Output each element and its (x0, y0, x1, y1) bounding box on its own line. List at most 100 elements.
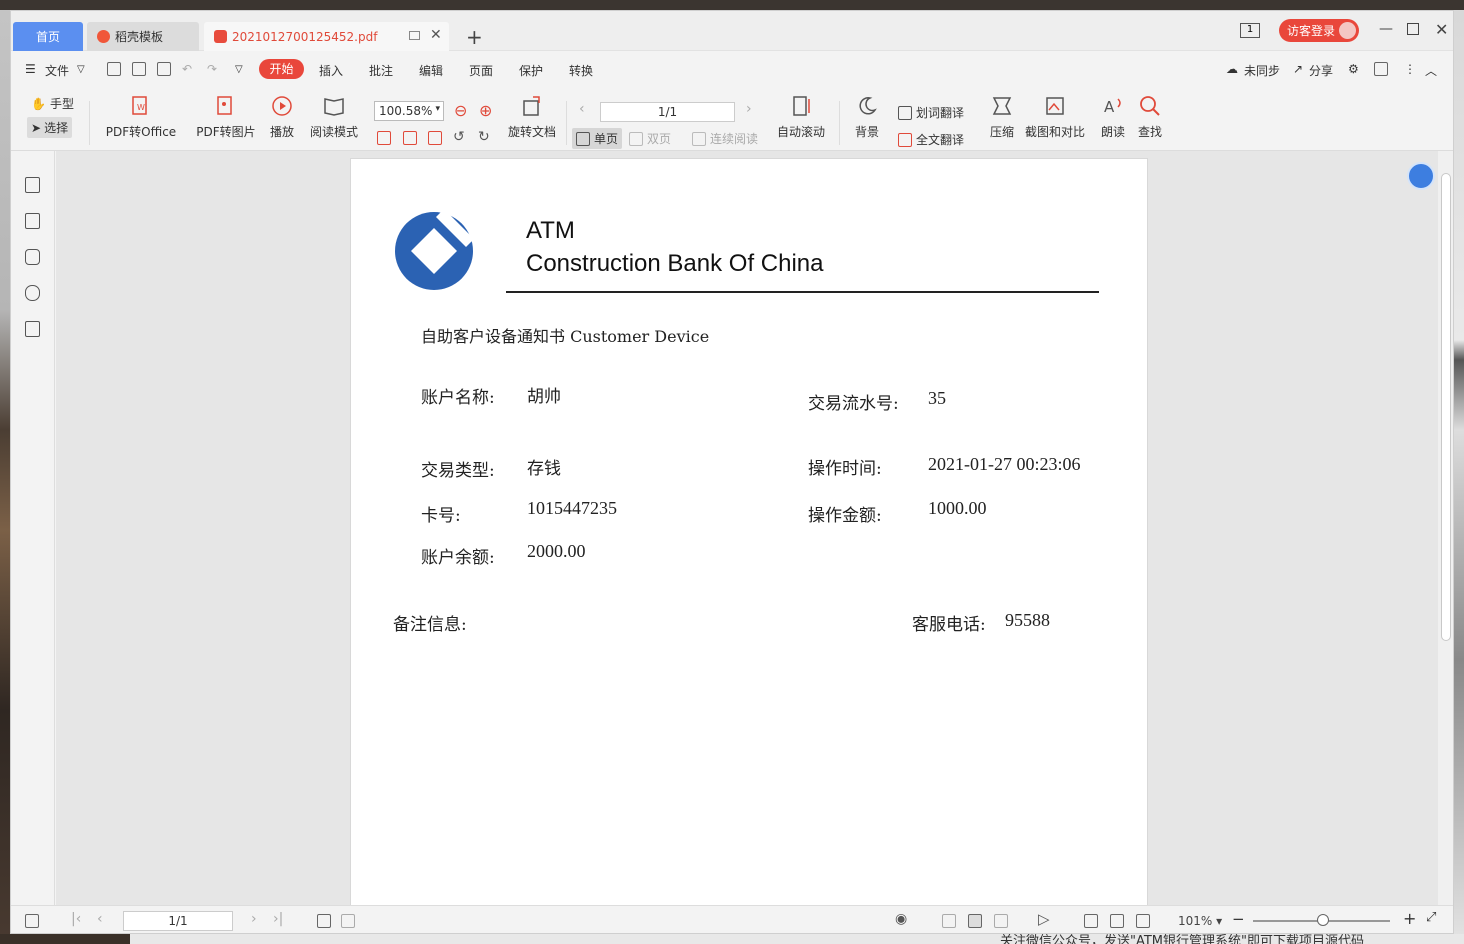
read-aloud-icon: A (1104, 98, 1121, 116)
menu-protect[interactable]: 保护 (519, 62, 543, 79)
rotate-left-icon[interactable]: ↺ (453, 129, 465, 145)
zoom-in-status-icon[interactable]: + (1403, 909, 1416, 928)
pdf-to-image-button[interactable]: PDF转图片 (195, 95, 257, 140)
menu-file[interactable]: 文件 (45, 62, 69, 79)
rotate-right-icon[interactable]: ↻ (478, 129, 490, 145)
compress-button[interactable]: 压缩 (987, 95, 1017, 140)
full-translate-button[interactable]: 全文翻译 (898, 131, 964, 148)
hand-tool-button[interactable]: ✋ 手型 (31, 95, 74, 112)
share-button[interactable]: 分享 (1309, 62, 1333, 79)
undo-icon[interactable]: ↶ (182, 62, 192, 76)
bookmark-icon[interactable] (25, 177, 40, 193)
fit-width-status-icon[interactable] (1136, 914, 1150, 928)
menu-convert[interactable]: 转换 (569, 62, 593, 79)
next-page-status-icon[interactable]: › (251, 911, 257, 927)
new-tab-icon[interactable]: + (466, 25, 483, 49)
pdf-file-icon (214, 30, 227, 43)
tab-pdf-document[interactable]: 2021012700125452.pdf ✕ (204, 22, 449, 51)
cloud-sync-icon[interactable]: ☁ (1226, 62, 1238, 76)
menu-page[interactable]: 页面 (469, 62, 493, 79)
forward-view-icon[interactable] (341, 914, 355, 928)
print-icon[interactable] (157, 62, 171, 76)
thumbnail-icon[interactable] (25, 213, 40, 229)
zoom-out-icon[interactable]: ⊖ (454, 101, 467, 120)
hamburger-icon[interactable]: ☰ (25, 62, 36, 76)
single-page-button[interactable]: 单页 (572, 128, 623, 149)
actual-size-status-icon[interactable] (1084, 914, 1098, 928)
double-page-icon (629, 131, 643, 146)
close-window-icon[interactable]: ✕ (1435, 20, 1448, 39)
tab-templates[interactable]: 稻壳模板 (87, 22, 199, 51)
chevron-down-icon[interactable]: ▽ (77, 64, 85, 75)
fullscreen-icon[interactable]: ⤢ (1426, 910, 1436, 925)
share-icon[interactable]: ↗ (1293, 62, 1303, 76)
menu-annotate[interactable]: 批注 (369, 62, 393, 79)
page-number-input[interactable]: 1/1 (600, 102, 735, 122)
settings-gear-icon[interactable]: ⚙ (1348, 62, 1359, 76)
minimize-icon[interactable]: — (1379, 21, 1393, 37)
menu-insert[interactable]: 插入 (319, 62, 343, 79)
window-count-icon[interactable]: 1 (1240, 23, 1260, 38)
screenshot-compare-button[interactable]: 截图和对比 (1024, 95, 1086, 140)
comment-icon[interactable] (25, 249, 40, 265)
status-page-input[interactable]: 1/1 (123, 911, 233, 931)
collapse-ribbon-icon[interactable]: ︿ (1425, 62, 1437, 79)
auto-scroll-button[interactable]: 自动滚动 (771, 95, 831, 140)
double-page-button[interactable]: 双页 (629, 130, 671, 147)
first-page-icon[interactable]: |‹ (71, 911, 81, 927)
menu-edit[interactable]: 编辑 (419, 62, 443, 79)
last-page-icon[interactable]: ›| (273, 911, 283, 927)
pin-icon[interactable] (409, 31, 420, 40)
select-tool-button[interactable]: ➤ 选择 (27, 117, 73, 138)
menu-start[interactable]: 开始 (259, 59, 304, 79)
tab-close-icon[interactable]: ✕ (430, 27, 442, 43)
ribbon-toolbar: ✋ 手型 ➤ 选择 W PDF转Office PDF转图片 播放 阅读模式 100.… (11, 89, 1453, 151)
word-translate-button[interactable]: 划词翻译 (898, 104, 964, 121)
zoom-out-status-icon[interactable]: − (1232, 910, 1245, 928)
fit-width-icon[interactable] (428, 131, 442, 145)
redo-icon[interactable]: ↷ (207, 62, 217, 76)
fit-page-icon[interactable] (403, 131, 417, 145)
guest-login-button[interactable]: 访客登录 (1279, 19, 1359, 42)
single-page-status-icon[interactable] (968, 914, 982, 928)
signature-icon[interactable] (25, 321, 40, 337)
next-page-icon[interactable]: › (746, 101, 752, 117)
more-icon[interactable]: ⋮ (1404, 62, 1416, 76)
read-mode-label: 阅读模式 (309, 125, 358, 139)
read-aloud-button[interactable]: A 朗读 (1098, 95, 1128, 140)
eye-protection-icon[interactable]: ◉ (895, 911, 907, 927)
play-status-icon[interactable]: ▷ (1038, 910, 1050, 928)
save-icon[interactable] (132, 62, 146, 76)
maximize-icon[interactable] (1407, 23, 1419, 35)
message-icon[interactable] (1374, 62, 1388, 76)
prev-page-status-icon[interactable]: ‹ (97, 911, 103, 927)
find-button[interactable]: 查找 (1135, 95, 1165, 140)
ccb-logo-icon (395, 209, 474, 290)
zoom-slider-handle[interactable] (1317, 914, 1329, 926)
continuous-status-icon[interactable] (942, 914, 956, 928)
tab-home[interactable]: 首页 (13, 22, 83, 51)
zoom-level[interactable]: 101% ▾ (1178, 914, 1222, 928)
open-folder-icon[interactable] (107, 62, 121, 76)
zoom-in-icon[interactable]: ⊕ (479, 101, 492, 120)
read-mode-button[interactable]: 阅读模式 (307, 95, 361, 140)
pdf-to-office-button[interactable]: W PDF转Office (101, 95, 181, 140)
play-button[interactable]: 播放 (267, 95, 297, 140)
zoom-select[interactable]: 100.58% ▾ (374, 101, 444, 121)
sync-status[interactable]: 未同步 (1244, 62, 1280, 79)
fit-page-status-icon[interactable] (1110, 914, 1124, 928)
continuous-read-button[interactable]: 连续阅读 (692, 130, 758, 147)
vertical-scrollbar[interactable] (1438, 151, 1453, 905)
double-page-status-icon[interactable] (994, 914, 1008, 928)
background-button[interactable]: 背景 (849, 95, 885, 140)
toggle-sidebar-icon[interactable] (25, 914, 39, 928)
attachment-icon[interactable] (25, 285, 40, 301)
back-view-icon[interactable] (317, 914, 331, 928)
quick-access-dropdown-icon[interactable]: ▽ (235, 64, 243, 75)
header-atm: ATM (526, 217, 575, 244)
actual-size-icon[interactable] (377, 131, 391, 145)
scrollbar-thumb[interactable] (1441, 173, 1451, 641)
prev-page-icon[interactable]: ‹ (579, 101, 585, 117)
floating-convert-icon[interactable] (1407, 162, 1435, 190)
rotate-document-button[interactable]: 旋转文档 (506, 95, 558, 140)
